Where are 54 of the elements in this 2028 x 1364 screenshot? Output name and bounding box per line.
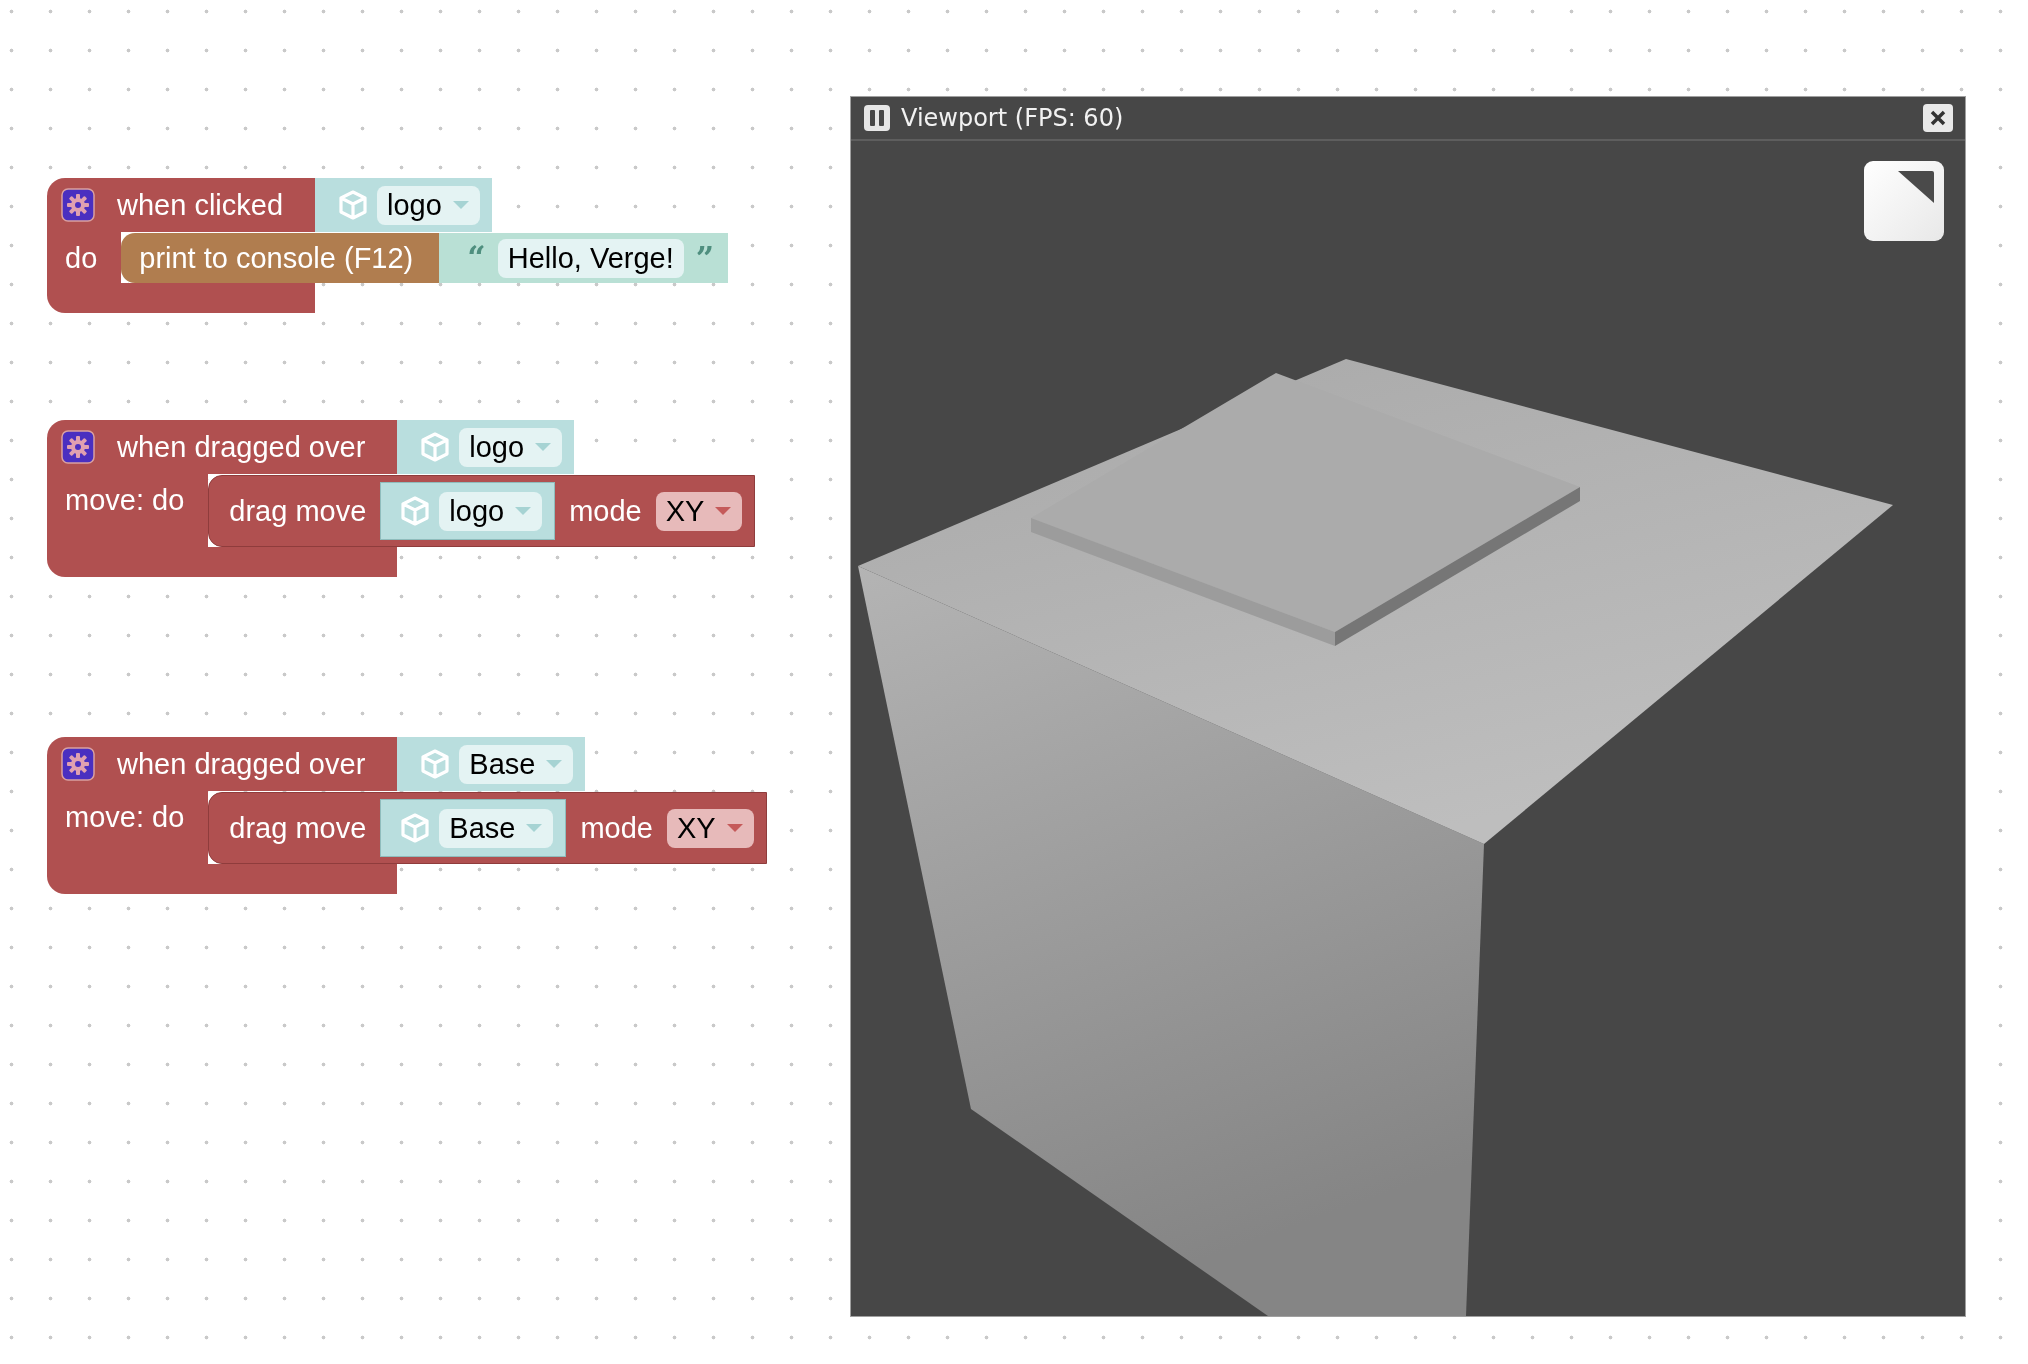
print-block[interactable]: print to console (F12) [121, 233, 440, 283]
mode-label: mode [569, 494, 642, 528]
event-block[interactable]: when clicked logo do print to console (F12) “ Hello, Verge! ” [47, 178, 729, 313]
caret-icon [725, 823, 744, 833]
object-block[interactable]: Base [380, 799, 567, 857]
cube-icon [399, 812, 432, 844]
caret-icon [514, 506, 533, 516]
quote-mark: “ [467, 239, 486, 277]
object-dropdown[interactable]: logo [439, 491, 543, 531]
object-dropdown[interactable]: logo [377, 185, 480, 225]
text-block[interactable]: “ Hello, Verge! ” [439, 233, 729, 283]
object-block[interactable]: logo [315, 178, 492, 232]
caret-icon [545, 759, 564, 769]
object-dropdown[interactable]: Base [439, 808, 554, 848]
cube-icon [419, 748, 452, 780]
drag-move-block[interactable]: drag move Base mode XY [208, 792, 767, 864]
object-dropdown[interactable]: logo [459, 427, 563, 467]
quote-mark: ” [695, 239, 715, 277]
view-toggle-button[interactable] [1864, 161, 1944, 241]
drag-move-block[interactable]: drag move logo mode XY [208, 475, 756, 547]
cube-icon [337, 189, 370, 221]
gear-icon [61, 747, 95, 781]
mode-dropdown[interactable]: XY [655, 491, 743, 531]
gear-icon [61, 430, 95, 464]
pause-icon[interactable] [863, 104, 891, 132]
caret-icon [525, 823, 544, 833]
block-label: drag move [229, 494, 367, 528]
mode-label: mode [580, 811, 653, 845]
gear-icon [61, 188, 95, 222]
object-block[interactable]: logo [397, 420, 575, 474]
caret-icon [451, 200, 470, 210]
block-label: do [65, 242, 98, 274]
caret-icon [534, 442, 553, 452]
text-field[interactable]: Hello, Verge! [497, 238, 684, 278]
viewport-title: Viewport (FPS: 60) [901, 104, 1125, 132]
block-label: drag move [229, 811, 367, 845]
block-title: when clicked [117, 188, 284, 222]
object-dropdown[interactable]: Base [459, 744, 574, 784]
mode-dropdown[interactable]: XY [666, 808, 754, 848]
event-block[interactable]: when dragged over logo move: do drag move logo mode XY [47, 420, 756, 577]
close-icon [1930, 110, 1946, 126]
object-block[interactable]: Base [397, 737, 586, 791]
close-button[interactable] [1923, 104, 1953, 132]
object-block[interactable]: logo [380, 482, 556, 540]
block-label: move: do [65, 484, 185, 516]
caret-icon [714, 506, 733, 516]
block-title: when dragged over [117, 430, 366, 464]
block-title: when dragged over [117, 747, 366, 781]
cube-icon [419, 431, 452, 463]
cube-drawing[interactable] [858, 359, 1893, 1316]
block-label: move: do [65, 801, 185, 833]
event-block[interactable]: when dragged over Base move: do drag move Base mode XY [47, 737, 767, 894]
block-label: print to console (F12) [139, 241, 414, 275]
cube-icon [399, 495, 432, 527]
